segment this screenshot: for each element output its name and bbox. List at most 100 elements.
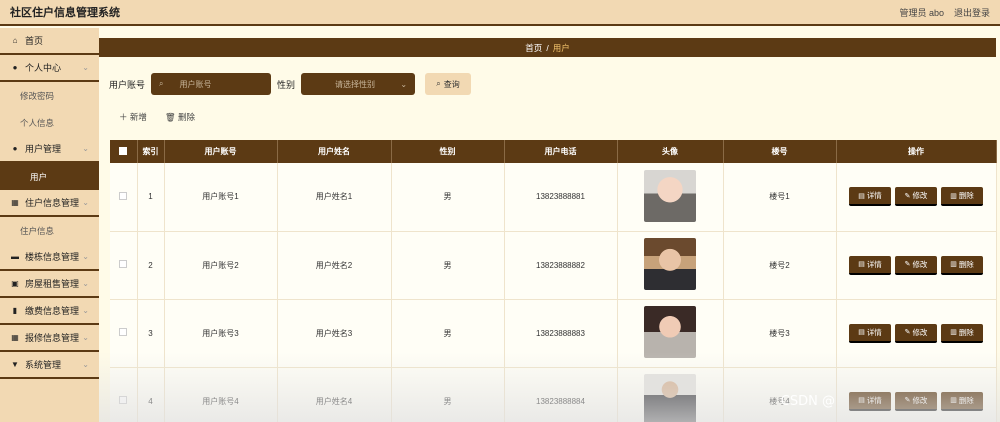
sidebar-sub-user[interactable]: 用户 [0,163,99,190]
cell-phone: 13823888882 [504,231,618,300]
edit-button[interactable]: ✎ 修改 [895,323,937,343]
watermark: CSDN @ [780,394,835,409]
row-actions: ▤ 详情 ✎ 修改 ▥ 删除 [837,255,996,275]
row-select-cell[interactable] [110,231,138,300]
cell-phone: 13823888884 [504,367,618,422]
row-select-cell[interactable] [110,163,138,232]
header-avatar: 头像 [617,140,724,163]
chevron-down-icon: ⌄ [82,360,89,369]
sidebar-item-fee-management[interactable]: ▮ 缴费信息管理 ⌄ [0,298,99,325]
search-button[interactable]: ⌕ 查询 [425,73,472,95]
sidebar-item-resident-management[interactable]: ▦ 住户信息管理 ⌄ [0,190,99,217]
header-account: 用户账号 [164,140,278,163]
row-checkbox[interactable] [119,328,128,336]
sidebar-sub-change-password[interactable]: 修改密码 [0,82,99,109]
sidebar-item-rental-management[interactable]: ▣ 房屋租售管理 ⌄ [0,271,99,298]
chevron-down-icon: ⌄ [82,63,89,72]
edit-button[interactable]: ✎ 修改 [895,255,937,275]
header-name: 用户姓名 [277,140,392,163]
sidebar-item-label: 楼栋信息管理 [25,252,80,262]
cell-gender: 男 [391,163,505,232]
grid-icon: ▦ [11,333,19,342]
edit-button[interactable]: ✎ 修改 [895,187,937,207]
cell-actions: ▤ 详情 ✎ 修改 ▥ 删除 [836,163,997,232]
pencil-icon: ✎ [904,261,911,268]
select-all-checkbox[interactable] [119,146,128,155]
chevron-down-icon: ⌄ [82,333,89,342]
delete-row-button-label: 删除 [958,395,974,405]
delete-row-button[interactable]: ▥ 删除 [941,391,983,411]
sidebar-item-label: 首页 [25,36,44,46]
sidebar-item-repair-management[interactable]: ▦ 报修信息管理 ⌄ [0,325,99,352]
cell-index: 1 [137,163,165,232]
detail-button[interactable]: ▤ 详情 [849,255,891,275]
cell-account: 用户账号1 [164,163,278,232]
sidebar-item-building-management[interactable]: ▬ 楼栋信息管理 ⌄ [0,244,99,271]
user-icon: ● [12,63,18,72]
breadcrumb-separator: / [546,42,549,53]
gender-select[interactable]: 请选择性别 ⌄ [301,73,416,95]
delete-button-label: 删除 [178,112,196,122]
row-checkbox[interactable] [119,191,128,200]
cell-index: 3 [137,299,165,368]
cell-actions: ▤ 详情 ✎ 修改 ▥ 删除 [836,231,997,300]
delete-row-button[interactable]: ▥ 删除 [941,323,983,343]
grid-icon: ▦ [11,198,19,207]
sidebar-item-label: 房屋租售管理 [25,279,80,289]
cell-building: 楼号3 [723,299,837,368]
pencil-icon: ✎ [904,397,911,404]
cell-account: 用户账号4 [164,367,278,422]
cell-index: 2 [137,231,165,300]
sidebar-sub-resident-info[interactable]: 住户信息 [0,217,99,244]
logout-link[interactable]: 退出登录 [954,6,990,19]
row-checkbox[interactable] [119,396,128,404]
avatar [644,374,696,422]
cell-avatar [617,231,724,300]
admin-label[interactable]: 管理员 abo [899,6,944,19]
delete-row-button-label: 删除 [958,327,974,337]
sidebar-item-personal-center[interactable]: ● 个人中心 ⌄ [0,55,99,82]
cell-account: 用户账号3 [164,299,278,368]
cell-phone: 13823888881 [504,163,618,232]
avatar [644,238,696,290]
top-bar: 社区住户信息管理系统 管理员 abo 退出登录 [0,0,1000,26]
detail-button[interactable]: ▤ 详情 [849,391,891,411]
detail-button-label: 详情 [866,259,882,269]
sidebar-sub-personal-info[interactable]: 个人信息 [0,109,99,136]
cell-account: 用户账号2 [164,231,278,300]
edit-button[interactable]: ✎ 修改 [895,391,937,411]
sidebar-item-system-management[interactable]: ▼ 系统管理 ⌄ [0,352,99,379]
edit-button-label: 修改 [912,259,928,269]
chevron-down-icon: ⌄ [82,252,89,261]
sidebar: ⌂ 首页 ● 个人中心 ⌄ 修改密码 个人信息 ● 用户管理 ⌄ 用户 ▦ 住户… [0,28,99,422]
detail-button-label: 详情 [866,395,882,405]
plus-icon: ＋ [119,112,130,122]
delete-row-button[interactable]: ▥ 删除 [941,187,983,207]
row-checkbox[interactable] [119,260,128,268]
chevron-down-icon: ⌄ [400,79,408,89]
detail-button-label: 详情 [866,327,882,337]
sidebar-item-user-management[interactable]: ● 用户管理 ⌄ [0,136,99,163]
detail-button[interactable]: ▤ 详情 [849,323,891,343]
cell-actions: ▤ 详情 ✎ 修改 ▥ 删除 [836,367,997,422]
sidebar-item-label: 个人中心 [25,63,62,73]
account-search-input[interactable]: ⌕ 用户账号 [151,73,272,95]
sidebar-item-label: 系统管理 [25,360,62,370]
delete-row-button[interactable]: ▥ 删除 [941,255,983,275]
row-select-cell[interactable] [110,299,138,368]
add-button[interactable]: ＋ 新增 [119,111,147,123]
row-select-cell[interactable] [110,367,138,422]
account-placeholder: 用户账号 [179,79,212,89]
gender-label: 性别 [277,79,296,90]
user-icon: ● [12,144,18,153]
cell-building: 楼号1 [723,163,837,232]
sidebar-item-label: 缴费信息管理 [25,306,80,316]
sidebar-item-home[interactable]: ⌂ 首页 [0,28,99,55]
cell-actions: ▤ 详情 ✎ 修改 ▥ 删除 [836,299,997,368]
delete-button[interactable]: 🗑 删除 [165,111,195,123]
detail-button[interactable]: ▤ 详情 [849,187,891,207]
search-bar: 用户账号 ⌕ 用户账号 性别 请选择性别 ⌄ ⌕ 查询 [109,73,472,95]
sidebar-item-label: 报修信息管理 [25,333,80,343]
breadcrumb-home[interactable]: 首页 [525,42,542,54]
select-all-cell[interactable] [110,140,138,163]
